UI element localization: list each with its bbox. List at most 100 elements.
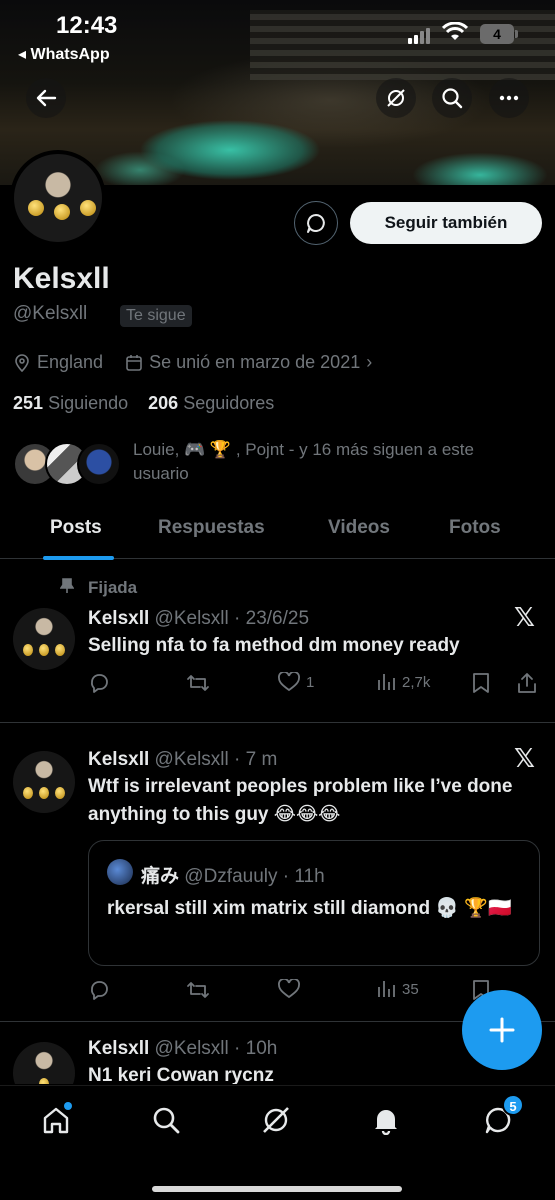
quote-header: 痛み @Dzfauuly · 11h	[141, 866, 325, 887]
nav-messages[interactable]: 5	[478, 1094, 524, 1140]
follower-avatar	[77, 442, 121, 486]
post-item[interactable]: Fijada Kelsxll @Kelsxll · 23/6/25 𝕏 Sell…	[0, 560, 555, 723]
retweet-button[interactable]	[186, 979, 210, 1001]
followers-link[interactable]: 206 Seguidores	[148, 393, 274, 413]
post-actions: 1 2,7k	[88, 672, 543, 698]
trophy-icon	[39, 1078, 49, 1084]
profile-stats: 251 Siguiendo 206 Seguidores	[13, 393, 274, 414]
like-button[interactable]	[278, 979, 300, 999]
like-icon	[278, 979, 300, 999]
trophy-icon	[28, 200, 44, 216]
battery-icon: 4	[480, 24, 518, 44]
tab-replies[interactable]: Respuestas	[158, 517, 265, 539]
pin-icon	[60, 578, 74, 593]
plus-icon	[489, 1017, 515, 1043]
location-icon	[15, 353, 29, 372]
more-icon	[499, 95, 519, 101]
reply-button[interactable]	[88, 672, 110, 694]
nav-search[interactable]	[146, 1100, 186, 1140]
post-text: Wtf is irrelevant peoples problem like I…	[88, 776, 513, 825]
x-logo-icon[interactable]: 𝕏	[514, 743, 535, 774]
post-text: Selling nfa to fa method dm money ready	[88, 635, 460, 656]
x-logo-icon[interactable]: 𝕏	[514, 602, 535, 633]
trophy-icon	[55, 644, 65, 656]
search-button[interactable]	[432, 78, 472, 118]
bell-icon	[375, 1110, 397, 1135]
search-icon	[153, 1107, 180, 1134]
status-time: 12:43	[56, 12, 118, 39]
profile-name: Kelsxll	[13, 262, 110, 295]
trophy-icon	[23, 787, 33, 799]
grok-button[interactable]	[376, 78, 416, 118]
back-button[interactable]	[26, 78, 66, 118]
calendar-icon	[126, 354, 142, 371]
trophy-icon	[54, 204, 70, 220]
like-icon	[278, 672, 300, 692]
post-item[interactable]: Kelsxll @Kelsxll · 7 m 𝕏 Wtf is irreleva…	[0, 723, 555, 1022]
retweet-icon	[187, 675, 209, 691]
pinned-label: Fijada	[88, 578, 138, 597]
message-button[interactable]	[294, 201, 338, 245]
views-icon	[378, 981, 395, 997]
retweet-button[interactable]	[186, 672, 210, 694]
profile-tabs: Posts Respuestas Videos Fotos	[0, 505, 555, 559]
trophy-icon	[39, 787, 49, 799]
tab-photos[interactable]: Fotos	[449, 517, 501, 539]
like-count: 1	[306, 673, 315, 691]
signal-icon	[408, 26, 432, 44]
nav-home[interactable]	[36, 1100, 76, 1140]
quoted-post[interactable]: 痛み @Dzfauuly · 11h rkersal still xim mat…	[88, 840, 540, 966]
followers-you-know[interactable]: Louie, 🎮 🏆 , Pojnt - y 16 más siguen a e…	[13, 438, 543, 494]
share-button[interactable]	[516, 672, 538, 694]
back-arrow-icon	[36, 89, 57, 107]
reply-button[interactable]	[88, 979, 110, 1001]
trophy-icon	[39, 644, 49, 656]
post-text: N1 keri Cowan rycnz	[88, 1065, 274, 1084]
more-button[interactable]	[489, 78, 529, 118]
post-header: Kelsxll @Kelsxll · 23/6/25	[88, 608, 310, 629]
tab-posts[interactable]: Posts	[50, 517, 102, 539]
message-icon	[307, 214, 325, 233]
followers-you-know-text: Louie, 🎮 🏆 , Pojnt - y 16 más siguen a e…	[133, 440, 474, 483]
profile-location: England	[37, 352, 104, 372]
search-icon	[442, 88, 463, 109]
wifi-icon	[441, 21, 469, 47]
profile-avatar[interactable]	[10, 150, 106, 246]
status-bar: 12:43 ◂ WhatsApp 4	[0, 0, 555, 70]
profile-joined[interactable]: Se unió en marzo de 2021	[149, 352, 360, 373]
messages-badge: 5	[502, 1094, 524, 1116]
profile-meta: England Se unió en marzo de 2021 ›	[13, 352, 372, 373]
tab-videos[interactable]: Videos	[328, 517, 390, 539]
post-avatar[interactable]	[13, 751, 75, 813]
trophy-icon	[23, 644, 33, 656]
post-avatar[interactable]	[13, 608, 75, 670]
post-avatar[interactable]	[13, 1042, 75, 1084]
profile-handle: @Kelsxll	[13, 303, 88, 324]
following-link[interactable]: 251 Siguiendo	[13, 393, 128, 413]
follow-button[interactable]: Seguir también	[350, 202, 542, 244]
nav-notifications[interactable]	[366, 1100, 406, 1140]
compose-button[interactable]	[462, 990, 542, 1070]
follows-you-badge: Te sigue	[120, 305, 192, 327]
share-icon	[518, 673, 536, 693]
trophy-icon	[55, 787, 65, 799]
post-header: Kelsxll @Kelsxll · 7 m	[88, 749, 278, 770]
chevron-right-icon: ›	[366, 352, 373, 372]
grok-icon	[387, 89, 405, 107]
trophy-icon	[80, 200, 96, 216]
views-icon	[378, 674, 395, 690]
reply-icon	[91, 674, 108, 693]
grok-icon	[263, 1107, 289, 1133]
quote-text: rkersal still xim matrix still diamond 💀…	[107, 898, 512, 919]
views-count: 35	[402, 980, 419, 998]
bookmark-icon	[473, 673, 489, 693]
like-button[interactable]: 1	[278, 672, 314, 692]
views-button[interactable]: 2,7k	[376, 672, 430, 692]
back-to-app[interactable]: ◂ WhatsApp	[18, 44, 110, 64]
home-indicator	[152, 1186, 402, 1192]
bookmark-button[interactable]	[472, 672, 490, 694]
views-count: 2,7k	[402, 673, 431, 691]
views-button[interactable]: 35	[376, 979, 419, 999]
post-header: Kelsxll @Kelsxll · 10h	[88, 1038, 278, 1059]
nav-grok[interactable]	[256, 1100, 296, 1140]
